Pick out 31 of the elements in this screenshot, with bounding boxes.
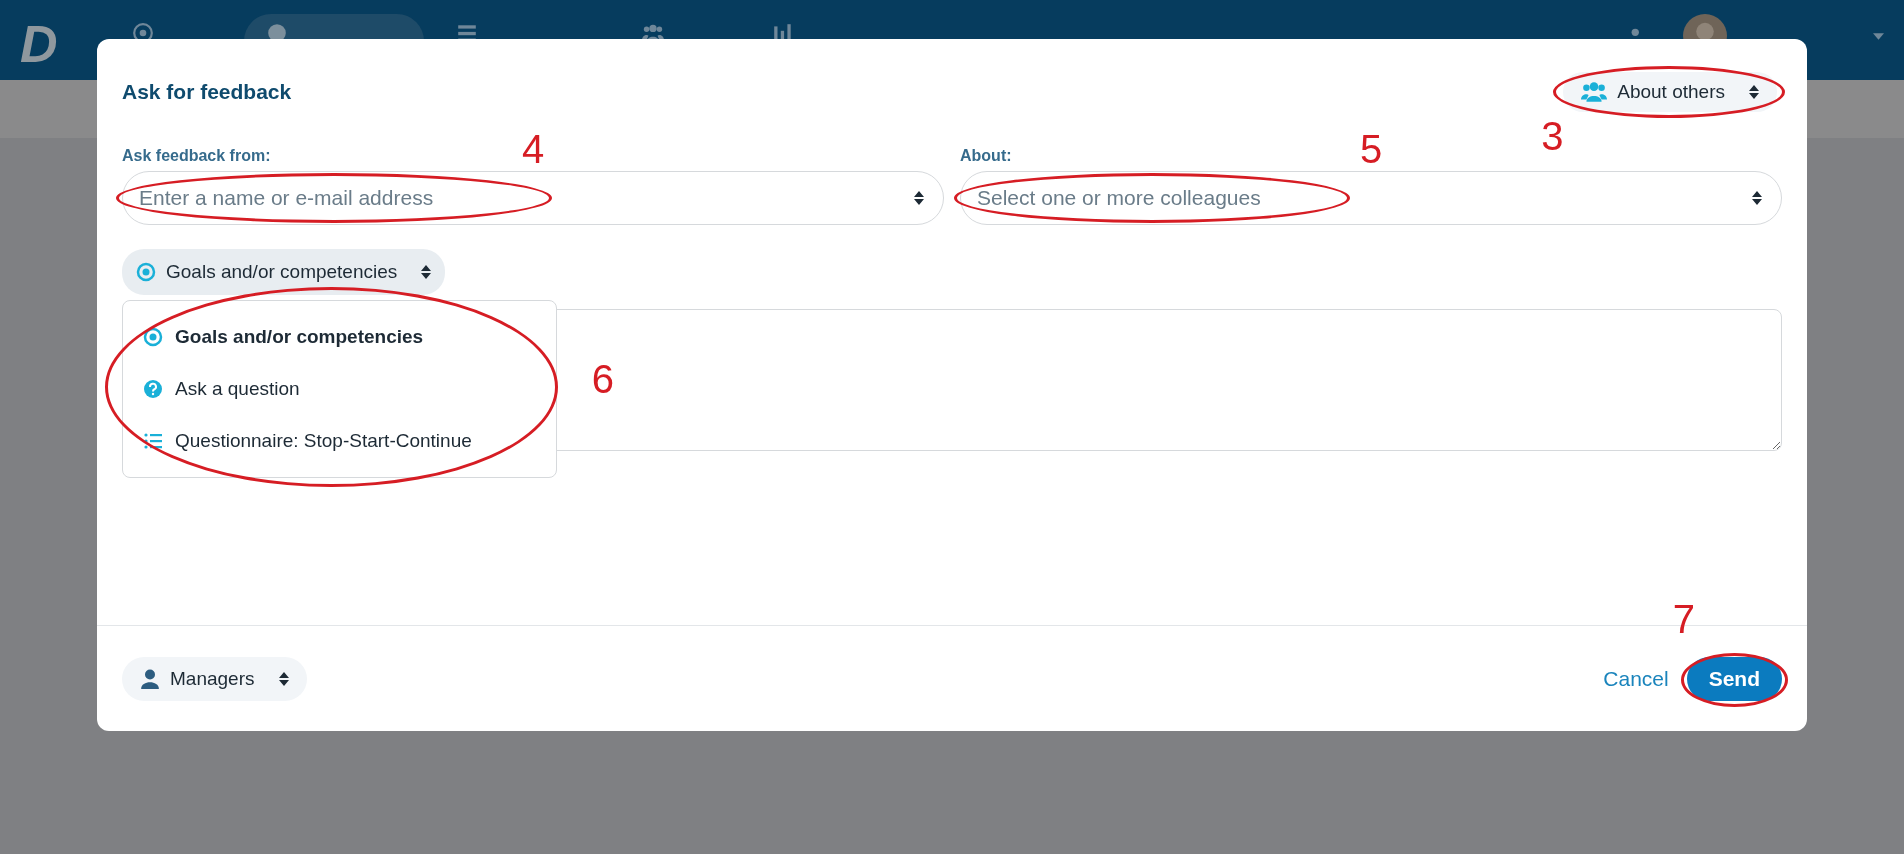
sort-icon [1749,85,1759,99]
callout-number: 3 [1541,116,1564,156]
callout-number: 7 [1672,598,1695,639]
menu-option[interactable]: Goals and/or competencies [123,326,556,348]
callout-number: 6 [591,359,614,399]
target-icon [143,327,163,347]
sort-icon [421,265,432,279]
caret-icon [1873,32,1884,40]
person-icon [140,668,160,689]
colleague-field[interactable]: Select one or more colleagues [960,171,1782,225]
sort-icon [1752,191,1762,205]
question-icon [143,379,163,399]
logo[interactable]: D [20,14,90,74]
visibility-select[interactable]: Managers [122,656,307,701]
field-label: About: [960,147,1012,165]
users-icon [1581,82,1608,102]
callout-number: 5 [1360,129,1383,169]
menu-option[interactable]: Questionnaire: Stop-Start-Continue [123,430,556,452]
recipient-field[interactable]: Enter a name or e-mail address [122,171,944,225]
target-icon [136,262,156,282]
about-others-toggle[interactable]: About others [1563,72,1777,112]
dialog-title: Ask for feedback [122,80,292,104]
callout-number: 4 [522,129,545,169]
send-button[interactable]: Send [1686,656,1782,701]
list-icon [143,431,163,451]
sort-icon [278,671,289,686]
feedback-type-select[interactable]: Goals and/or competencies [122,249,446,295]
field-label: Ask feedback from: [122,147,271,165]
menu-option[interactable]: Ask a question [123,378,556,400]
cancel-link[interactable]: Cancel [1603,666,1669,691]
sort-icon [914,191,924,205]
